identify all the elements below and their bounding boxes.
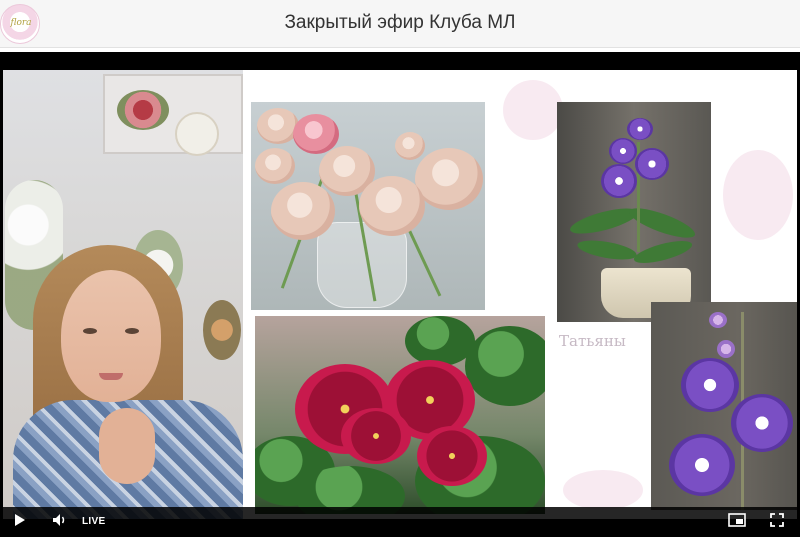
orchid-flower	[731, 394, 793, 452]
page-header: flora Закрытый эфир Клуба МЛ	[0, 0, 800, 48]
presenter-hand	[99, 408, 155, 484]
orchid-flower	[601, 164, 637, 198]
ranunculus-flower	[293, 114, 339, 154]
play-icon	[14, 513, 28, 527]
presenter-camera	[3, 70, 243, 519]
play-button[interactable]	[14, 513, 28, 531]
floral-decoration	[503, 80, 563, 140]
violet-leaf	[465, 326, 545, 406]
floral-decoration	[723, 150, 793, 240]
picture-in-picture-icon	[728, 513, 748, 527]
orchid-flower	[669, 434, 735, 496]
ranunculus-flower	[415, 148, 483, 210]
ranunculus-flower	[271, 182, 335, 240]
violet-flower	[341, 408, 411, 464]
ranunculus-flower	[255, 148, 295, 184]
bouquet	[117, 90, 169, 130]
bouquet	[203, 300, 241, 360]
wall-clock	[175, 112, 219, 156]
orchid-flower	[609, 138, 637, 164]
orchid-leaf	[576, 236, 638, 264]
fullscreen-button[interactable]	[770, 513, 788, 531]
violet-leaf	[405, 316, 475, 366]
orchid-bud	[717, 340, 735, 358]
floral-decoration	[563, 470, 643, 510]
orchid-flower	[681, 358, 739, 412]
photo-ranunculus	[251, 102, 485, 310]
presenter-mouth	[99, 373, 123, 380]
player-controls: LIVE	[0, 507, 800, 537]
violet-flower	[417, 426, 487, 486]
orchid-flower	[635, 148, 669, 180]
photo-orchid-pot	[557, 102, 711, 322]
video-frame[interactable]: Татьяны	[3, 70, 797, 519]
ranunculus-flower	[359, 176, 425, 236]
video-player[interactable]: Татьяны LIVE	[0, 52, 800, 537]
volume-button[interactable]	[52, 513, 70, 531]
presenter-eye	[125, 328, 139, 334]
photo-violets	[255, 316, 545, 514]
volume-icon	[52, 513, 70, 527]
photo-orchid-closeup	[651, 302, 797, 510]
fullscreen-icon	[770, 513, 788, 527]
page-title: Закрытый эфир Клуба МЛ	[284, 12, 516, 33]
presenter-face	[61, 270, 161, 402]
orchid-leaf	[631, 236, 695, 268]
ranunculus-flower	[395, 132, 425, 160]
live-indicator: LIVE	[82, 516, 106, 527]
orchid-flower	[627, 118, 653, 140]
picture-in-picture-button[interactable]	[728, 513, 748, 531]
orchid-bud	[709, 312, 727, 328]
presenter-eye	[83, 328, 97, 334]
slide-watermark: Татьяны	[559, 332, 626, 350]
